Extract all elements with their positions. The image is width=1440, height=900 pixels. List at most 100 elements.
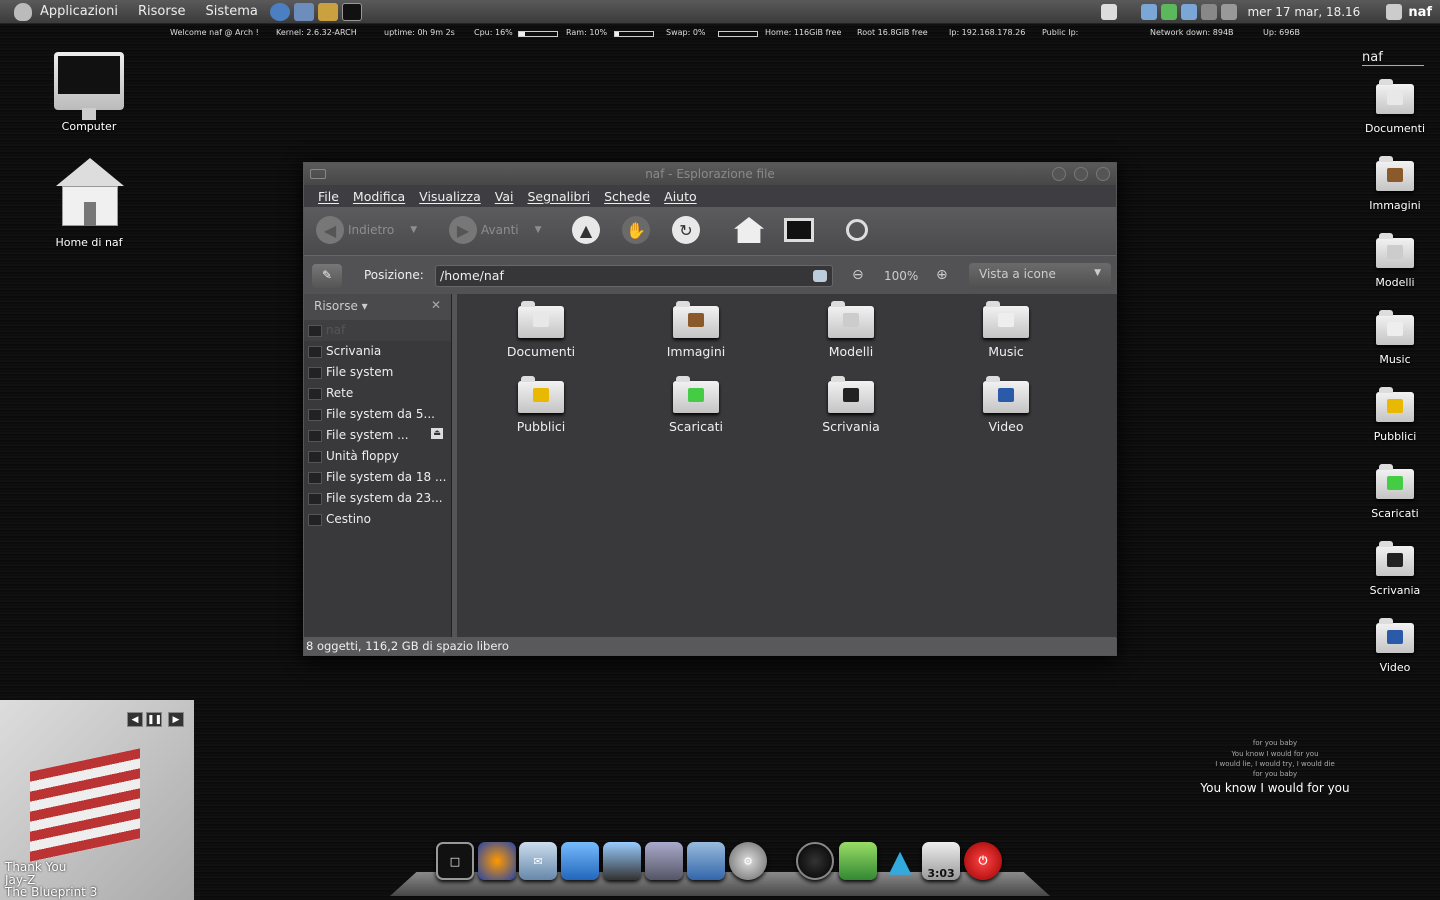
close-button[interactable] bbox=[1096, 167, 1110, 181]
prev-button[interactable]: ◀ bbox=[127, 712, 143, 727]
gnome-foot-icon[interactable] bbox=[14, 2, 32, 21]
browser-launcher-icon[interactable] bbox=[269, 2, 290, 21]
menu-sistema[interactable]: Sistema bbox=[205, 4, 257, 19]
menu-schede[interactable]: Schede bbox=[604, 189, 650, 204]
conky-ip: Ip: 192.168.178.26 bbox=[949, 28, 1026, 37]
bluetooth-icon[interactable] bbox=[1201, 4, 1218, 20]
sidebar-item[interactable]: File system da 5... bbox=[304, 404, 451, 425]
up-button[interactable]: ▲ bbox=[572, 216, 600, 244]
dock-appstore-icon[interactable] bbox=[561, 842, 599, 880]
sidebar-item[interactable]: File system bbox=[304, 362, 451, 383]
right-desktop-item[interactable]: Modelli bbox=[1360, 233, 1430, 289]
menu-file[interactable]: File bbox=[318, 189, 339, 204]
clock[interactable]: mer 17 mar, 18.16 bbox=[1247, 5, 1360, 19]
sidebar-item[interactable]: naf bbox=[304, 320, 451, 341]
right-desktop-item[interactable]: Music bbox=[1360, 310, 1430, 366]
update-icon[interactable] bbox=[1161, 4, 1178, 20]
folder-icon bbox=[828, 301, 874, 338]
user-menu[interactable]: naf bbox=[1408, 5, 1432, 20]
folder-icon bbox=[1376, 310, 1414, 345]
dock-preview-icon[interactable] bbox=[645, 842, 683, 880]
sidebar-item[interactable]: File system da 23... bbox=[304, 488, 451, 509]
reload-button[interactable]: ↻ bbox=[672, 216, 700, 244]
stop-button[interactable]: ✋ bbox=[622, 216, 650, 244]
right-desktop-item[interactable]: Scrivania bbox=[1360, 541, 1430, 597]
right-desktop-item[interactable]: Scaricati bbox=[1360, 464, 1430, 520]
computer-button[interactable] bbox=[784, 218, 814, 242]
file-item[interactable]: Scaricati bbox=[636, 376, 756, 434]
chevron-down-icon: ▼ bbox=[410, 225, 418, 235]
volume-icon[interactable] bbox=[1221, 4, 1238, 20]
dock-clock-icon[interactable] bbox=[796, 842, 834, 880]
menu-segnalibri[interactable]: Segnalibri bbox=[527, 189, 590, 204]
zoom-out-icon[interactable]: ⊖ bbox=[852, 267, 864, 283]
desktop-icon-computer[interactable]: Computer bbox=[44, 52, 134, 133]
user-avatar-icon[interactable] bbox=[1386, 4, 1403, 20]
zoom-in-icon[interactable]: ⊕ bbox=[936, 267, 948, 283]
network-icon[interactable] bbox=[1141, 4, 1158, 20]
eject-icon[interactable]: ⏏ bbox=[431, 428, 443, 439]
close-sidebar-icon[interactable]: ✕ bbox=[431, 298, 441, 312]
pause-button[interactable]: ❚❚ bbox=[146, 712, 162, 727]
forward-button[interactable]: ▶ Avanti ▼ bbox=[449, 215, 542, 245]
file-item[interactable]: Pubblici bbox=[481, 376, 601, 434]
dock-settings-icon[interactable]: ⚙ bbox=[729, 842, 767, 880]
menu-applicazioni[interactable]: Applicazioni bbox=[40, 4, 118, 19]
sidebar-item[interactable]: File system da 18 ... bbox=[304, 467, 451, 488]
window-list-icon[interactable] bbox=[1101, 4, 1118, 20]
right-desktop-item[interactable]: Documenti bbox=[1360, 79, 1430, 135]
next-button[interactable]: ▶ bbox=[168, 712, 184, 727]
sidebar-item[interactable]: Unità floppy bbox=[304, 446, 451, 467]
menu-risorse[interactable]: Risorse bbox=[138, 4, 186, 19]
back-label: Indietro bbox=[348, 223, 395, 237]
view-selector[interactable]: Vista a icone ▼ bbox=[969, 263, 1111, 289]
applet-icon[interactable] bbox=[1181, 4, 1198, 20]
lyric-line: I would lie, I would try, I would die bbox=[1215, 760, 1335, 768]
minimize-button[interactable] bbox=[1052, 167, 1066, 181]
sidebar-item[interactable]: File system ... ⏏ bbox=[304, 425, 451, 446]
dock-arch-icon[interactable]: ▲ bbox=[881, 842, 919, 880]
zoom-level: 100% bbox=[884, 269, 919, 283]
tools-launcher-icon[interactable] bbox=[317, 2, 338, 21]
dock-finder-icon[interactable] bbox=[687, 842, 725, 880]
sidebar-item[interactable]: Rete bbox=[304, 383, 451, 404]
back-button[interactable]: ◀ Indietro ▼ bbox=[316, 215, 417, 245]
right-desktop-label: Music bbox=[1379, 353, 1411, 366]
file-item[interactable]: Modelli bbox=[791, 301, 911, 359]
dock-video-icon[interactable] bbox=[603, 842, 641, 880]
dock-leaf-icon[interactable] bbox=[839, 842, 877, 880]
search-button[interactable] bbox=[846, 219, 868, 241]
desktop-icon-home[interactable]: Home di naf bbox=[44, 158, 134, 249]
sidebar-header[interactable]: Risorse ▾ ✕ bbox=[304, 294, 451, 320]
menu-vai[interactable]: Vai bbox=[495, 189, 514, 204]
conky-cpu: Cpu: 16% bbox=[474, 28, 513, 37]
maximize-button[interactable] bbox=[1074, 167, 1088, 181]
file-item[interactable]: Scrivania bbox=[791, 376, 911, 434]
mail-launcher-icon[interactable] bbox=[293, 2, 314, 21]
file-item[interactable]: Immagini bbox=[636, 301, 756, 359]
sidebar-item[interactable]: Cestino bbox=[304, 509, 451, 530]
file-item[interactable]: Documenti bbox=[481, 301, 601, 359]
menu-modifica[interactable]: Modifica bbox=[353, 189, 405, 204]
file-item[interactable]: Video bbox=[946, 376, 1066, 434]
dock-terminal-icon[interactable]: □ bbox=[436, 842, 474, 880]
file-item[interactable]: Music bbox=[946, 301, 1066, 359]
path-input[interactable]: /home/naf bbox=[435, 265, 833, 287]
clear-icon[interactable] bbox=[813, 270, 827, 282]
terminal-launcher-icon[interactable] bbox=[341, 2, 362, 21]
right-desktop-item[interactable]: Pubblici bbox=[1360, 387, 1430, 443]
dock-mail-icon[interactable]: ✉ bbox=[519, 842, 557, 880]
right-desktop-item[interactable]: Video bbox=[1360, 618, 1430, 674]
menu-aiuto[interactable]: Aiuto bbox=[664, 189, 697, 204]
menu-visualizza[interactable]: Visualizza bbox=[419, 189, 481, 204]
window-titlebar[interactable]: naf - Esplorazione file bbox=[304, 163, 1116, 185]
home-button[interactable] bbox=[734, 217, 764, 243]
dock-calendar-icon[interactable]: 3:03 bbox=[922, 842, 960, 880]
dock-firefox-icon[interactable] bbox=[478, 842, 516, 880]
sidebar-item[interactable]: Scrivania bbox=[304, 341, 451, 362]
right-desktop-item[interactable]: Immagini bbox=[1360, 156, 1430, 212]
dock-power-icon[interactable]: ⏻ bbox=[964, 842, 1002, 880]
conky-ram: Ram: 10% bbox=[566, 28, 608, 37]
edit-location-button[interactable]: ✎ bbox=[312, 264, 342, 288]
right-column-header: naf bbox=[1362, 50, 1424, 66]
